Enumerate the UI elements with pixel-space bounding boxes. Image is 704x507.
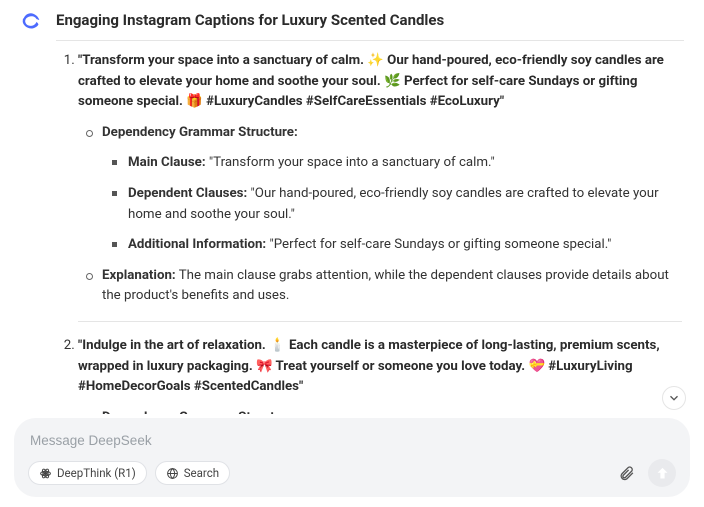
app-logo-icon bbox=[20, 8, 44, 32]
header: Engaging Instagram Captions for Luxury S… bbox=[0, 0, 704, 38]
dep-label: Dependency Grammar Structure: bbox=[102, 125, 298, 140]
message-content: "Transform your space into a sanctuary o… bbox=[0, 41, 704, 414]
divider bbox=[78, 321, 682, 322]
clause-item: Dependent Clauses: "Our hand-poured, eco… bbox=[106, 184, 682, 225]
message-input[interactable] bbox=[30, 433, 676, 448]
clause-label: Main Clause: bbox=[128, 155, 206, 170]
explanation: Explanation: The main clause grabs atten… bbox=[80, 266, 682, 307]
dep-label: Dependency Grammar Structure: bbox=[102, 410, 298, 414]
clause-value: "Transform your space into a sanctuary o… bbox=[206, 155, 495, 170]
paperclip-icon bbox=[618, 465, 635, 482]
atom-icon bbox=[39, 467, 52, 480]
deepthink-label: DeepThink (R1) bbox=[57, 466, 136, 480]
page-title: Engaging Instagram Captions for Luxury S… bbox=[56, 11, 444, 29]
scroll-down-button[interactable] bbox=[662, 386, 686, 410]
search-button[interactable]: Search bbox=[155, 461, 230, 485]
dep-structure: Dependency Grammar Structure: Main Claus… bbox=[80, 123, 682, 256]
caption-item: "Indulge in the art of relaxation. 🕯️ Ea… bbox=[78, 336, 682, 414]
exp-label: Explanation: bbox=[102, 268, 176, 283]
send-button[interactable] bbox=[648, 459, 676, 487]
globe-icon bbox=[166, 467, 179, 480]
attach-button[interactable] bbox=[612, 459, 640, 487]
clause-label: Dependent Clauses: bbox=[128, 186, 247, 201]
caption-text: "Indulge in the art of relaxation. 🕯️ Ea… bbox=[78, 338, 660, 394]
caption-item: "Transform your space into a sanctuary o… bbox=[78, 51, 682, 322]
arrow-up-icon bbox=[654, 465, 671, 482]
clause-value: "Perfect for self-care Sundays or giftin… bbox=[266, 237, 611, 252]
exp-value: The main clause grabs attention, while t… bbox=[102, 268, 669, 304]
clause-label: Additional Information: bbox=[128, 237, 266, 252]
deepthink-button[interactable]: DeepThink (R1) bbox=[28, 461, 147, 485]
search-label: Search bbox=[184, 466, 219, 480]
clause-item: Additional Information: "Perfect for sel… bbox=[106, 235, 682, 256]
dep-structure: Dependency Grammar Structure: bbox=[80, 408, 682, 414]
caption-text: "Transform your space into a sanctuary o… bbox=[78, 53, 664, 109]
clause-item: Main Clause: "Transform your space into … bbox=[106, 153, 682, 174]
composer: DeepThink (R1) Search bbox=[0, 414, 704, 507]
